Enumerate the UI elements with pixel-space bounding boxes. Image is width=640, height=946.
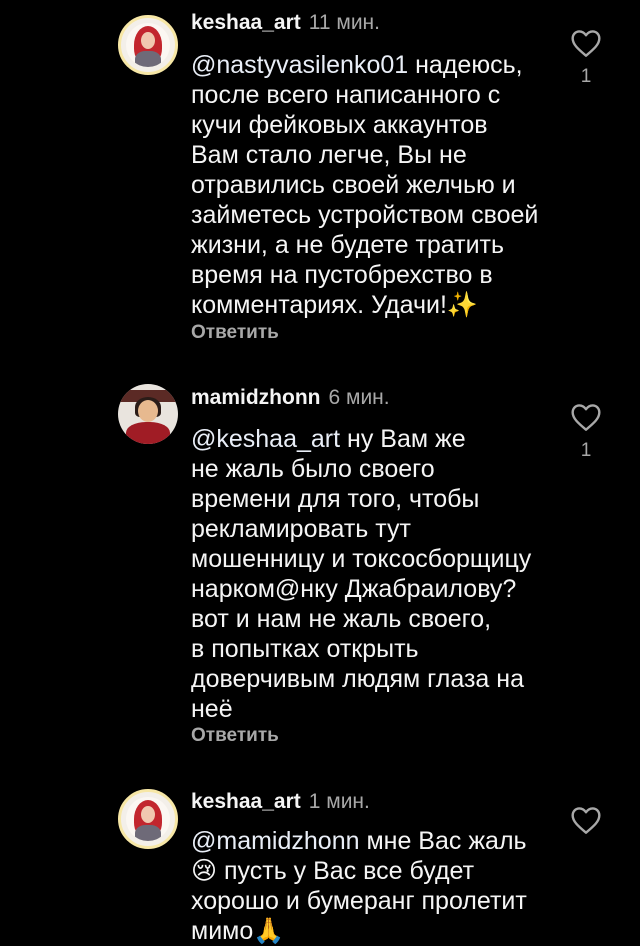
timestamp: 1 мин. xyxy=(308,790,370,813)
comment-text: @mamidzhonn мне Вас жаль 😢 пусть у Вас в… xyxy=(191,826,551,946)
comment-3: keshaa_art 1 мин. @mamidzhonn мне Вас жал… xyxy=(0,0,640,946)
avatar[interactable] xyxy=(118,789,178,849)
comment-header: keshaa_art 1 мин. xyxy=(191,790,370,814)
user-avatar-icon xyxy=(126,797,170,841)
heart-outline-icon[interactable] xyxy=(570,805,602,835)
mention-link[interactable]: @mamidzhonn xyxy=(191,827,360,855)
username[interactable]: keshaa_art xyxy=(191,790,301,813)
